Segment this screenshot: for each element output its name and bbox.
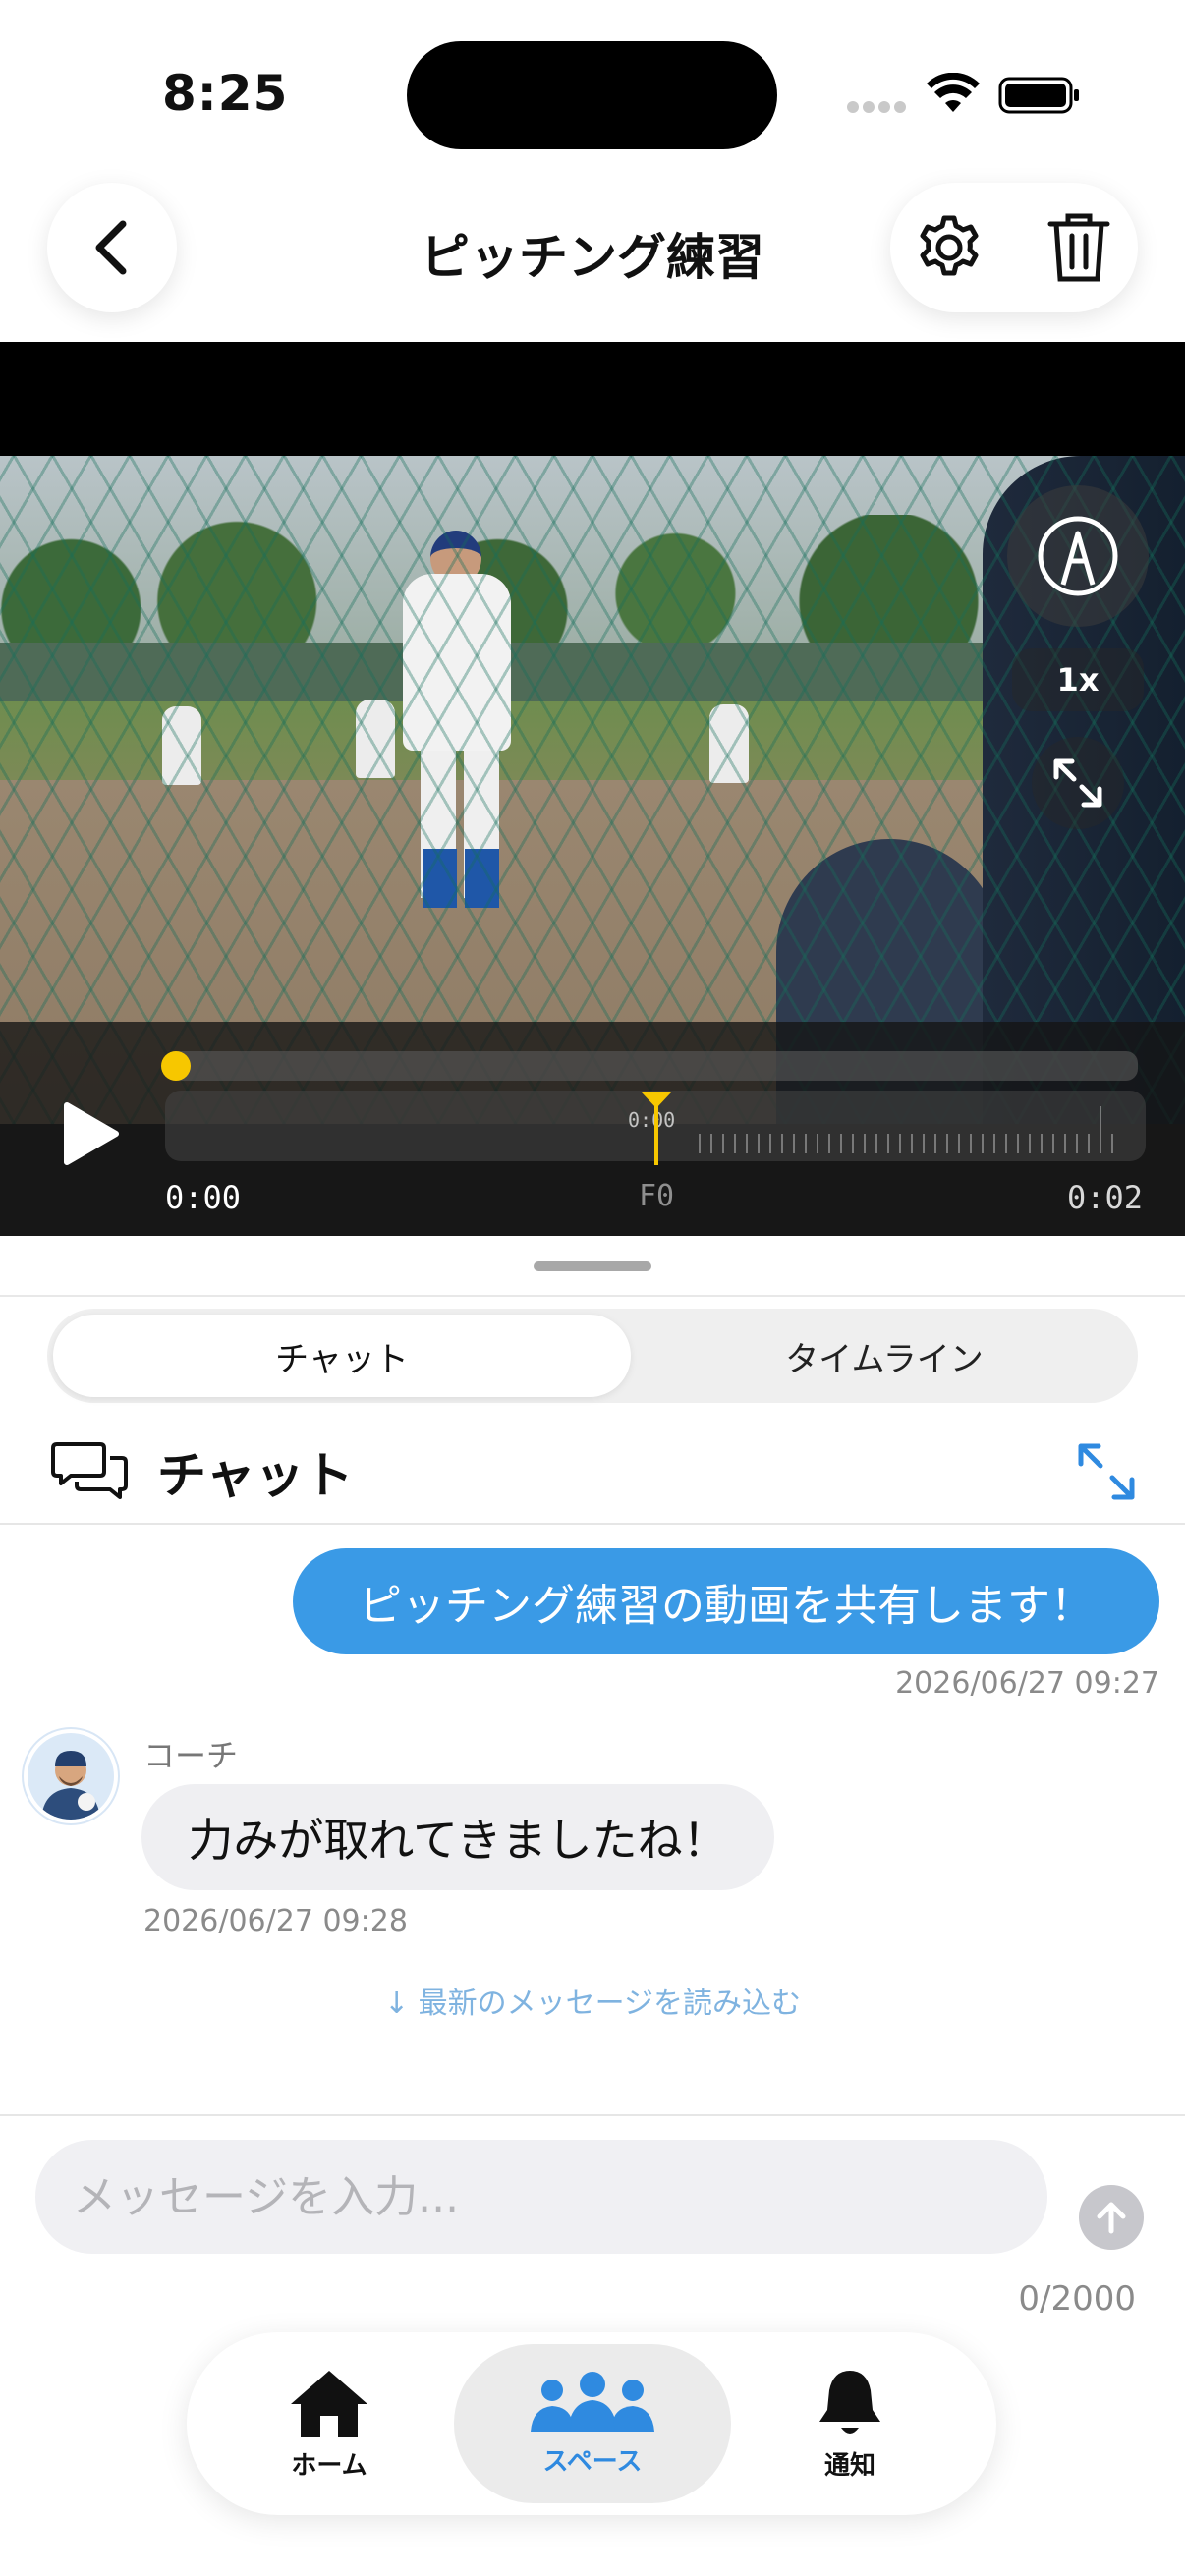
message-timestamp: 2026/06/27 09:27: [895, 1666, 1159, 1701]
wifi-icon: [927, 73, 980, 112]
playhead-marker[interactable]: [640, 1091, 673, 1165]
tab-timeline[interactable]: タイムライン: [637, 1315, 1132, 1397]
page-title: ピッチング練習: [421, 229, 764, 286]
sheet-grabber[interactable]: [534, 1261, 651, 1271]
dynamic-island: [407, 41, 777, 149]
message-bubble-sent[interactable]: ピッチング練習の動画を共有します！: [293, 1548, 1159, 1654]
status-bar: 8:25: [0, 0, 1185, 177]
tab-chat[interactable]: チャット: [53, 1315, 631, 1397]
coach-avatar-icon: [28, 1733, 114, 1820]
battery-icon: [998, 77, 1079, 114]
send-button[interactable]: [1079, 2185, 1144, 2250]
progress-handle[interactable]: [161, 1051, 191, 1081]
delete-button[interactable]: [1040, 208, 1118, 287]
expand-icon: [1053, 758, 1102, 808]
arrow-up-icon: [1097, 2202, 1126, 2234]
sender-name: コーチ: [143, 1737, 239, 1774]
tab-bar: ホーム スペース 通知: [187, 2332, 996, 2515]
segmented-control: チャット タイムライン: [47, 1309, 1138, 1403]
chat-title: チャット: [157, 1447, 354, 1504]
header: ピッチング練習: [0, 177, 1185, 342]
duration: 0:02: [1067, 1179, 1144, 1216]
play-button[interactable]: [55, 1098, 126, 1169]
character-count: 0/2000: [1018, 2279, 1136, 2319]
bell-icon: [819, 2370, 880, 2434]
expand-chat-button[interactable]: [1075, 1440, 1138, 1503]
avatar[interactable]: [24, 1729, 118, 1823]
tab-home-label: ホーム: [291, 2450, 367, 2481]
tab-space-label: スペース: [542, 2446, 643, 2477]
message-timestamp: 2026/06/27 09:28: [143, 1904, 408, 1938]
tab-home[interactable]: ホーム: [246, 2344, 413, 2503]
playback-speed-button[interactable]: 1x: [1012, 648, 1144, 711]
tab-notifications-label: 通知: [823, 2450, 875, 2481]
trash-icon: [1047, 213, 1110, 282]
chat-bubbles-icon: [51, 1442, 128, 1499]
status-time: 8:25: [162, 65, 289, 122]
fullscreen-button[interactable]: [1032, 737, 1124, 829]
tab-space[interactable]: スペース: [454, 2344, 731, 2503]
frame-ticks: [699, 1106, 1113, 1153]
house-icon: [291, 2370, 367, 2437]
tab-notifications[interactable]: 通知: [766, 2344, 933, 2503]
load-latest-messages-link[interactable]: ↓ 最新のメッセージを読み込む: [295, 1979, 890, 2022]
frame-label: F0: [639, 1179, 675, 1213]
message-bubble-received[interactable]: 力みが取れてきましたね！: [141, 1784, 774, 1890]
pen-tool-icon: [1038, 516, 1118, 596]
chevron-left-icon: [95, 220, 127, 275]
chat-header: チャット: [0, 1421, 1185, 1525]
play-icon: [64, 1102, 119, 1165]
cellular-signal-icon: [847, 101, 908, 115]
gear-icon: [920, 215, 979, 276]
current-time: 0:00: [165, 1179, 242, 1216]
header-actions: [890, 183, 1138, 312]
settings-button[interactable]: [910, 208, 988, 287]
message-input[interactable]: [35, 2140, 1047, 2254]
annotate-button[interactable]: [1007, 485, 1149, 627]
back-button[interactable]: [47, 183, 177, 312]
people-icon: [531, 2371, 654, 2432]
progress-track[interactable]: [165, 1051, 1138, 1081]
